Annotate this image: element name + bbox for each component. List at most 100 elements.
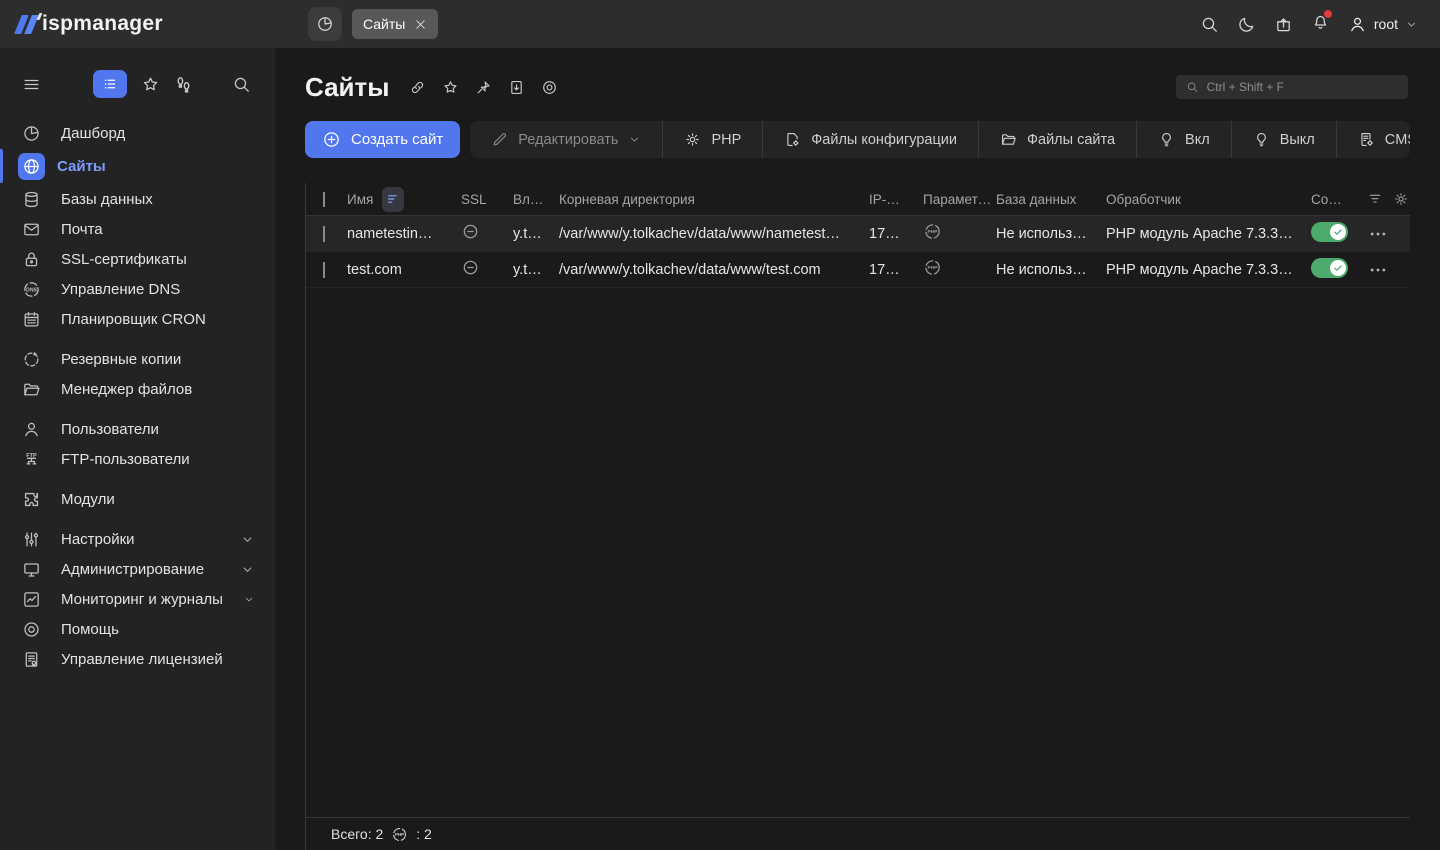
disable-button[interactable]: Выкл <box>1231 121 1336 158</box>
notifications-button[interactable] <box>1311 12 1330 36</box>
search-box[interactable] <box>1176 75 1408 99</box>
svg-text:PHP: PHP <box>927 265 938 271</box>
sidebar-item-monitoring[interactable]: Мониторинг и журналы <box>0 584 275 614</box>
pin-icon[interactable] <box>475 79 492 96</box>
create-site-button[interactable]: Создать сайт <box>305 121 460 158</box>
php-button[interactable]: PHP <box>662 121 762 158</box>
search-icon <box>1186 80 1199 94</box>
calendar-icon <box>22 310 41 329</box>
status-toggle[interactable] <box>1311 258 1348 278</box>
check-icon <box>1333 263 1343 273</box>
mail-icon <box>22 220 41 239</box>
edit-label: Редактировать <box>518 132 618 148</box>
sidebar-item-dns[interactable]: DNS Управление DNS <box>0 274 275 304</box>
sidebar-item-cron[interactable]: Планировщик CRON <box>0 304 275 334</box>
search-icon[interactable] <box>1200 15 1219 34</box>
sidebar-search-icon[interactable] <box>232 75 251 94</box>
column-ssl[interactable]: SSL <box>461 192 513 207</box>
sidebar-item-modules[interactable]: Модули <box>0 484 275 514</box>
list-menu-icon <box>101 75 119 93</box>
sidebar-item-ssl[interactable]: SSL-сертификаты <box>0 244 275 274</box>
column-name[interactable]: Имя <box>347 192 373 207</box>
user-icon <box>1348 15 1367 34</box>
tab-sites[interactable]: Сайты <box>352 9 438 39</box>
main-content: Сайты Создать сайт Редактировать <box>275 48 1440 850</box>
table-row[interactable]: nametestin… y.t… /var/www/y.tolkachev/da… <box>306 216 1410 252</box>
hamburger-icon[interactable] <box>22 75 41 94</box>
toolbar: Создать сайт Редактировать PHP Файлы кон… <box>305 121 1410 158</box>
chevron-down-icon <box>1405 18 1418 31</box>
page-header: Сайты <box>275 48 1440 102</box>
enable-button[interactable]: Вкл <box>1136 121 1231 158</box>
sidebar-item-users[interactable]: Пользователи <box>0 414 275 444</box>
total-count: Всего: 2 <box>331 826 383 842</box>
row-menu-icon[interactable] <box>1368 260 1388 280</box>
import-icon[interactable] <box>1274 15 1293 34</box>
file-gear-icon <box>784 131 801 148</box>
chevron-down-icon <box>243 592 255 607</box>
search-input[interactable] <box>1207 80 1398 94</box>
config-files-button[interactable]: Файлы конфигурации <box>762 121 978 158</box>
menu-view-button[interactable] <box>93 70 127 98</box>
cms-label: CMS <box>1385 132 1410 148</box>
sidebar-item-help[interactable]: Помощь <box>0 614 275 644</box>
config-files-label: Файлы конфигурации <box>811 132 957 148</box>
table-settings-icon[interactable] <box>1393 191 1409 207</box>
status-toggle[interactable] <box>1311 222 1348 242</box>
sort-button[interactable] <box>382 187 404 212</box>
sidebar-item-ftp-users[interactable]: FTP FTP-пользователи <box>0 444 275 474</box>
column-ip[interactable]: IP-… <box>869 192 923 207</box>
php-badge-icon: PHP <box>923 258 942 277</box>
export-icon[interactable] <box>508 79 525 96</box>
page-title-actions <box>409 79 558 96</box>
sidebar-item-administration[interactable]: Администрирование <box>0 554 275 584</box>
dashboard-tab-button[interactable] <box>308 7 342 41</box>
row-menu-icon[interactable] <box>1368 224 1388 244</box>
app-logo[interactable]: ispmanager <box>0 12 262 36</box>
sidebar-item-label: Почта <box>61 221 103 238</box>
sidebar-item-label: Помощь <box>61 621 119 638</box>
user-menu[interactable]: root <box>1348 15 1418 34</box>
sidebar-item-dashboard[interactable]: Дашборд <box>0 118 275 148</box>
sidebar-item-label: Резервные копии <box>61 351 181 368</box>
plus-circle-icon <box>322 130 341 149</box>
column-params[interactable]: Парамет… <box>923 192 996 207</box>
php-label: PHP <box>711 132 741 148</box>
help-ring-icon[interactable] <box>541 79 558 96</box>
table-row[interactable]: test.com y.t… /var/www/y.tolkachev/data/… <box>306 252 1410 288</box>
row-checkbox[interactable] <box>323 262 325 278</box>
check-icon <box>1333 227 1343 237</box>
sidebar-item-databases[interactable]: Базы данных <box>0 184 275 214</box>
sidebar-item-backups[interactable]: Резервные копии <box>0 344 275 374</box>
recent-icon[interactable] <box>173 74 194 95</box>
column-status[interactable]: Со… <box>1311 192 1367 207</box>
cms-button[interactable]: CMS <box>1336 121 1410 158</box>
sort-icon <box>386 192 400 206</box>
column-database[interactable]: База данных <box>996 192 1106 207</box>
sidebar-item-mail[interactable]: Почта <box>0 214 275 244</box>
sidebar-item-label: Менеджер файлов <box>61 381 192 398</box>
site-database: Не использ… <box>996 262 1106 278</box>
column-owner[interactable]: Вл… <box>513 192 559 207</box>
column-root-dir[interactable]: Корневая директория <box>559 192 869 207</box>
sidebar-item-filemanager[interactable]: Менеджер файлов <box>0 374 275 404</box>
dark-mode-icon[interactable] <box>1237 15 1256 34</box>
filter-icon[interactable] <box>1367 191 1383 207</box>
select-all-checkbox[interactable] <box>323 192 325 207</box>
star-icon[interactable] <box>442 79 459 96</box>
tab-strip: Сайты <box>308 7 438 41</box>
column-handler[interactable]: Обработчик <box>1106 192 1311 207</box>
enable-label: Вкл <box>1185 132 1210 148</box>
site-files-button[interactable]: Файлы сайта <box>978 121 1136 158</box>
lock-icon <box>22 250 41 269</box>
favorites-icon[interactable] <box>141 75 160 94</box>
edit-button[interactable]: Редактировать <box>470 121 662 158</box>
row-checkbox[interactable] <box>323 226 325 242</box>
toolbar-group: Редактировать PHP Файлы конфигурации Фай… <box>470 121 1410 158</box>
close-icon[interactable] <box>414 18 427 31</box>
sidebar-item-sites[interactable]: Сайты <box>0 149 275 183</box>
sidebar-item-settings[interactable]: Настройки <box>0 524 275 554</box>
topbar-actions: root <box>1200 12 1440 36</box>
sidebar-item-license[interactable]: Управление лицензией <box>0 644 275 674</box>
link-icon[interactable] <box>409 79 426 96</box>
